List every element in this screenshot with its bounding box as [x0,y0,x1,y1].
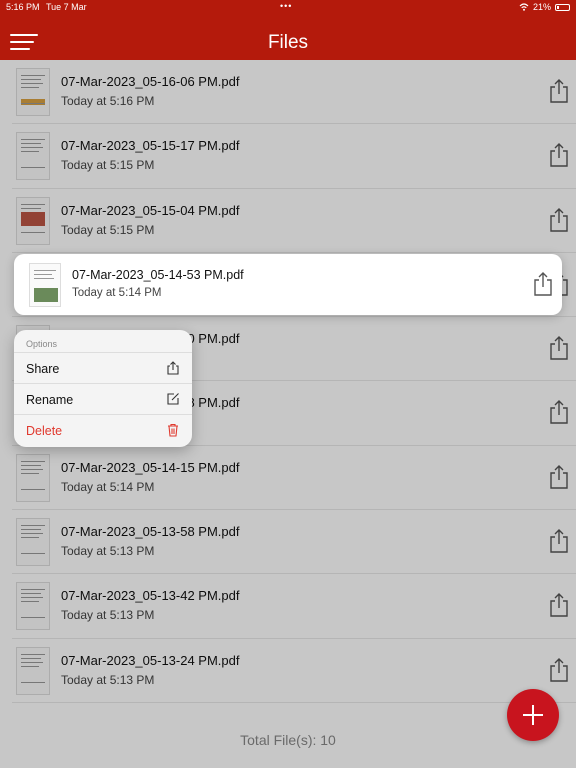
nav-bar: Files [0,14,576,60]
menu-item-label: Share [26,362,60,376]
status-indicators: 21% [519,2,570,12]
share-icon [167,361,179,375]
battery-icon [555,3,570,11]
menu-item-label: Rename [26,393,74,407]
wifi-icon [519,3,529,11]
menu-item-rename[interactable]: Rename [14,384,192,415]
pdf-thumbnail [29,263,61,307]
battery-percent: 21% [532,2,551,12]
selected-file-row[interactable]: 07-Mar-2023_05-14-53 PM.pdf Today at 5:1… [14,254,562,315]
menu-item-delete[interactable]: Delete [14,415,192,446]
menu-item-share[interactable]: Share [14,353,192,384]
edit-icon [167,393,179,405]
trash-icon [168,423,178,437]
multitasking-dots-icon[interactable]: ••• [280,1,292,11]
add-file-button[interactable] [507,689,559,741]
file-name: 07-Mar-2023_05-14-53 PM.pdf [72,268,244,282]
options-menu: Options Share Rename Delete [14,330,192,447]
share-icon[interactable] [532,271,554,297]
file-date: Today at 5:14 PM [72,287,162,299]
status-time: 5:16 PM [6,2,40,12]
status-bar: 5:16 PM Tue 7 Mar ••• 21% [0,0,576,14]
page-title: Files [267,32,309,53]
menu-item-label: Delete [26,424,63,438]
status-date: Tue 7 Mar [46,2,87,12]
menu-header: Options [14,330,192,353]
